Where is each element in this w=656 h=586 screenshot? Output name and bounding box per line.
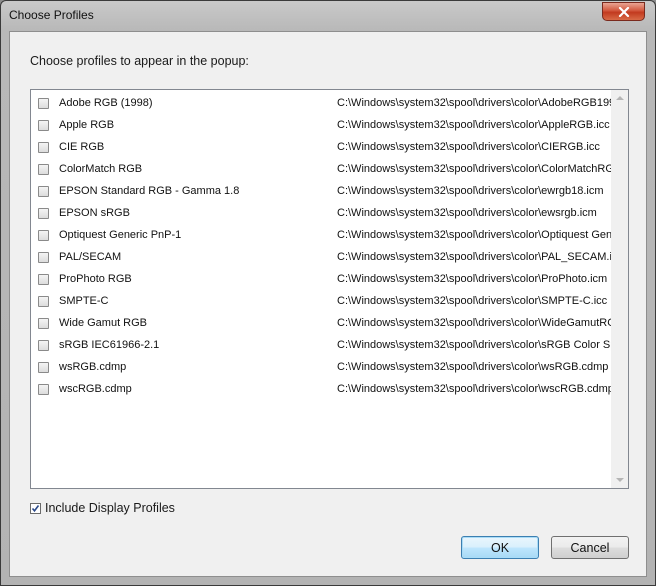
profile-path: C:\Windows\system32\spool\drivers\color\… (337, 185, 604, 197)
choose-profiles-dialog: Choose Profiles Choose profiles to appea… (0, 0, 656, 586)
profile-row[interactable]: EPSON sRGB C:\Windows\system32\spool\driv… (31, 203, 613, 225)
profile-name: EPSON Standard RGB - Gamma 1.8 (59, 185, 240, 197)
profile-path: C:\Windows\system32\spool\drivers\color\… (337, 317, 613, 329)
profile-path: C:\Windows\system32\spool\drivers\color\… (337, 207, 597, 219)
profile-name: Wide Gamut RGB (59, 317, 148, 329)
ok-button[interactable]: OK (461, 536, 539, 559)
profile-checkbox[interactable] (38, 142, 49, 153)
profile-checkbox[interactable] (38, 274, 49, 285)
profile-checkbox[interactable] (38, 120, 49, 131)
profile-row[interactable]: Adobe RGB (1998) C:\Windows\system32\spoo… (31, 93, 613, 115)
profile-path: C:\Windows\system32\spool\drivers\color\… (337, 119, 610, 131)
profile-checkbox[interactable] (38, 252, 49, 263)
profiles-list[interactable]: Adobe RGB (1998) C:\Windows\system32\spoo… (30, 89, 629, 489)
profile-path: C:\Windows\system32\spool\drivers\color\… (337, 273, 608, 285)
profile-checkbox[interactable] (38, 318, 49, 329)
profile-name: Apple RGB (59, 119, 115, 131)
profile-checkbox[interactable] (38, 186, 49, 197)
profile-name: CIE RGB (59, 141, 105, 153)
cancel-button[interactable]: Cancel (551, 536, 629, 559)
profile-checkbox[interactable] (38, 164, 49, 175)
profile-path: C:\Windows\system32\spool\drivers\color\… (337, 295, 608, 307)
scroll-down-arrow-icon[interactable] (616, 478, 624, 482)
checkmark-icon (31, 504, 40, 512)
include-display-profiles-checkbox[interactable] (30, 502, 41, 514)
close-icon (618, 6, 630, 17)
profile-name: Optiquest Generic PnP-1 (59, 229, 182, 241)
profile-row[interactable]: sRGB IEC61966-2.1 C:\Windows\system32\spo… (31, 335, 613, 357)
dialog-client-area: Choose profiles to appear in the popup: … (9, 31, 647, 577)
scroll-up-arrow-icon[interactable] (616, 96, 624, 100)
profile-checkbox[interactable] (38, 98, 49, 109)
profile-row[interactable]: EPSON Standard RGB - Gamma 1.8 C:\Windows… (31, 181, 613, 203)
profile-path: C:\Windows\system32\spool\drivers\color\… (337, 383, 613, 395)
prompt-label: Choose profiles to appear in the popup: (30, 54, 249, 68)
profile-checkbox[interactable] (38, 340, 49, 351)
profile-row[interactable]: PAL/SECAM C:\Windows\system32\spool\drive… (31, 247, 613, 269)
profile-path: C:\Windows\system32\spool\drivers\color\… (337, 251, 613, 263)
profile-name: EPSON sRGB (59, 207, 130, 219)
profile-path: C:\Windows\system32\spool\drivers\color\… (337, 361, 609, 373)
profile-name: ProPhoto RGB (59, 273, 132, 285)
window-title: Choose Profiles (9, 8, 94, 22)
profile-name: ColorMatch RGB (59, 163, 143, 175)
profile-row[interactable]: Apple RGB C:\Windows\system32\spool\drive… (31, 115, 613, 137)
profile-path: C:\Windows\system32\spool\drivers\color\… (337, 97, 613, 109)
close-button[interactable] (602, 2, 645, 21)
title-bar[interactable]: Choose Profiles (1, 1, 655, 31)
profile-checkbox[interactable] (38, 208, 49, 219)
profile-name: sRGB IEC61966-2.1 (59, 339, 160, 351)
profile-path: C:\Windows\system32\spool\drivers\color\… (337, 141, 600, 153)
profile-row[interactable]: SMPTE-C C:\Windows\system32\spool\drivers… (31, 291, 613, 313)
profile-name: wsRGB.cdmp (59, 361, 127, 373)
profile-path: C:\Windows\system32\spool\drivers\color\… (337, 229, 613, 241)
profile-row[interactable]: Wide Gamut RGB C:\Windows\system32\spool\… (31, 313, 613, 335)
profile-row[interactable]: ProPhoto RGB C:\Windows\system32\spool\dr… (31, 269, 613, 291)
profile-row[interactable]: ColorMatch RGB C:\Windows\system32\spool\… (31, 159, 613, 181)
vertical-scrollbar[interactable] (611, 90, 628, 488)
profile-name: Adobe RGB (1998) (59, 97, 153, 109)
include-display-profiles-option[interactable]: Include Display Profiles (30, 498, 175, 518)
profile-name: SMPTE-C (59, 295, 109, 307)
profile-checkbox[interactable] (38, 384, 49, 395)
profile-row[interactable]: wscRGB.cdmp C:\Windows\system32\spool\dri… (31, 379, 613, 401)
profile-path: C:\Windows\system32\spool\drivers\color\… (337, 339, 613, 351)
profile-checkbox[interactable] (38, 362, 49, 373)
profile-checkbox[interactable] (38, 230, 49, 241)
profile-row[interactable]: Optiquest Generic PnP-1 C:\Windows\system… (31, 225, 613, 247)
profile-row[interactable]: CIE RGB C:\Windows\system32\spool\drivers… (31, 137, 613, 159)
profile-path: C:\Windows\system32\spool\drivers\color\… (337, 163, 613, 175)
profile-checkbox[interactable] (38, 296, 49, 307)
include-display-profiles-label: Include Display Profiles (45, 501, 175, 515)
profile-row[interactable]: wsRGB.cdmp C:\Windows\system32\spool\driv… (31, 357, 613, 379)
profile-name: wscRGB.cdmp (59, 383, 132, 395)
profile-name: PAL/SECAM (59, 251, 122, 263)
